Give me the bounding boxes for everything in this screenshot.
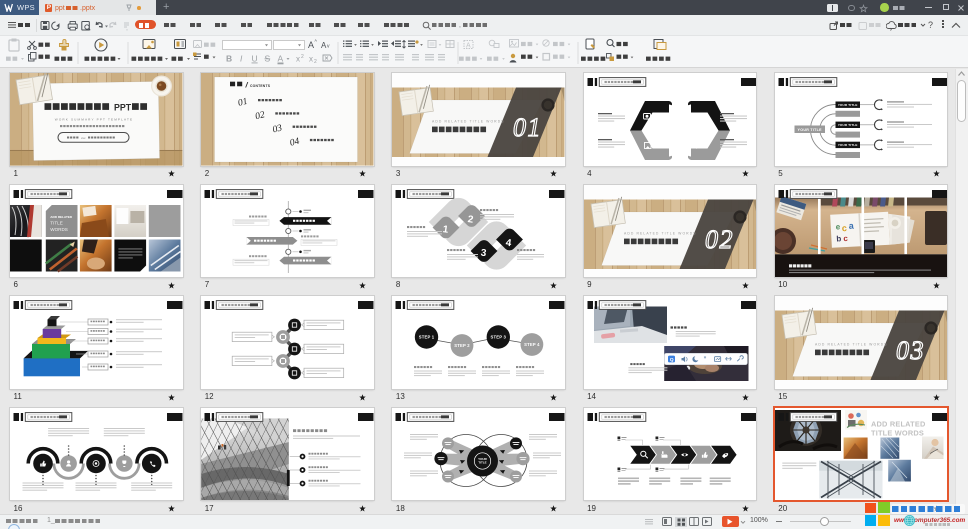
svg-text:U: U [252,54,258,64]
svg-text:2: 2 [314,59,317,65]
svg-text:2: 2 [301,54,304,60]
svg-text:x: x [309,55,313,64]
svg-text:Q: Q [669,357,673,363]
svg-text:A: A [308,40,314,50]
svg-text:STEP 1: STEP 1 [419,335,435,340]
svg-text:03: 03 [896,336,925,365]
svg-text:”: ” [703,357,706,363]
svg-text:WORDS: WORDS [50,227,68,232]
svg-text:c: c [841,223,847,233]
svg-text:A: A [278,54,284,64]
svg-text:ADD RELATED TITLE WORDS: ADD RELATED TITLE WORDS [432,119,505,123]
svg-text:YOUR TITLE: YOUR TITLE [838,103,858,107]
svg-text:^: ^ [315,40,318,46]
svg-text:S: S [265,54,271,64]
svg-text:b: b [836,234,841,243]
svg-text:ADD RELATED: ADD RELATED [871,419,926,428]
svg-text:PPT: PPT [114,102,132,112]
svg-text:CONTENTS: CONTENTS [250,84,271,88]
svg-text:TITLE: TITLE [50,220,62,225]
svg-text:ADD RELATED TITLE WORDS: ADD RELATED TITLE WORDS [815,343,888,347]
svg-text:YOUR TITLE: YOUR TITLE [838,123,858,127]
svg-text:v: v [327,44,330,50]
svg-text:TITLE WORDS: TITLE WORDS [871,428,924,437]
svg-text:A: A [466,43,471,50]
svg-text:YOUR TITLE: YOUR TITLE [797,128,822,132]
svg-text:STEP 4: STEP 4 [525,342,541,347]
svg-text:YOUR TITLE: YOUR TITLE [838,143,858,147]
svg-text:01: 01 [513,113,542,142]
svg-text:02: 02 [705,225,734,254]
svg-text:B: B [226,54,232,64]
svg-text:TITLE: TITLE [479,460,487,464]
svg-text:ADD RELATED TITLE WORDS: ADD RELATED TITLE WORDS [624,231,697,235]
svg-text:ADD RELATED: ADD RELATED [50,215,73,219]
svg-text:xxx: xxx [81,136,86,140]
svg-text:STEP 2: STEP 2 [455,343,471,348]
svg-text:x: x [296,55,300,64]
svg-text:I: I [240,54,243,64]
svg-text:STEP 3: STEP 3 [491,335,507,340]
svg-text:WORK SUMMARY PPT TEMPLATE: WORK SUMMARY PPT TEMPLATE [55,117,133,121]
